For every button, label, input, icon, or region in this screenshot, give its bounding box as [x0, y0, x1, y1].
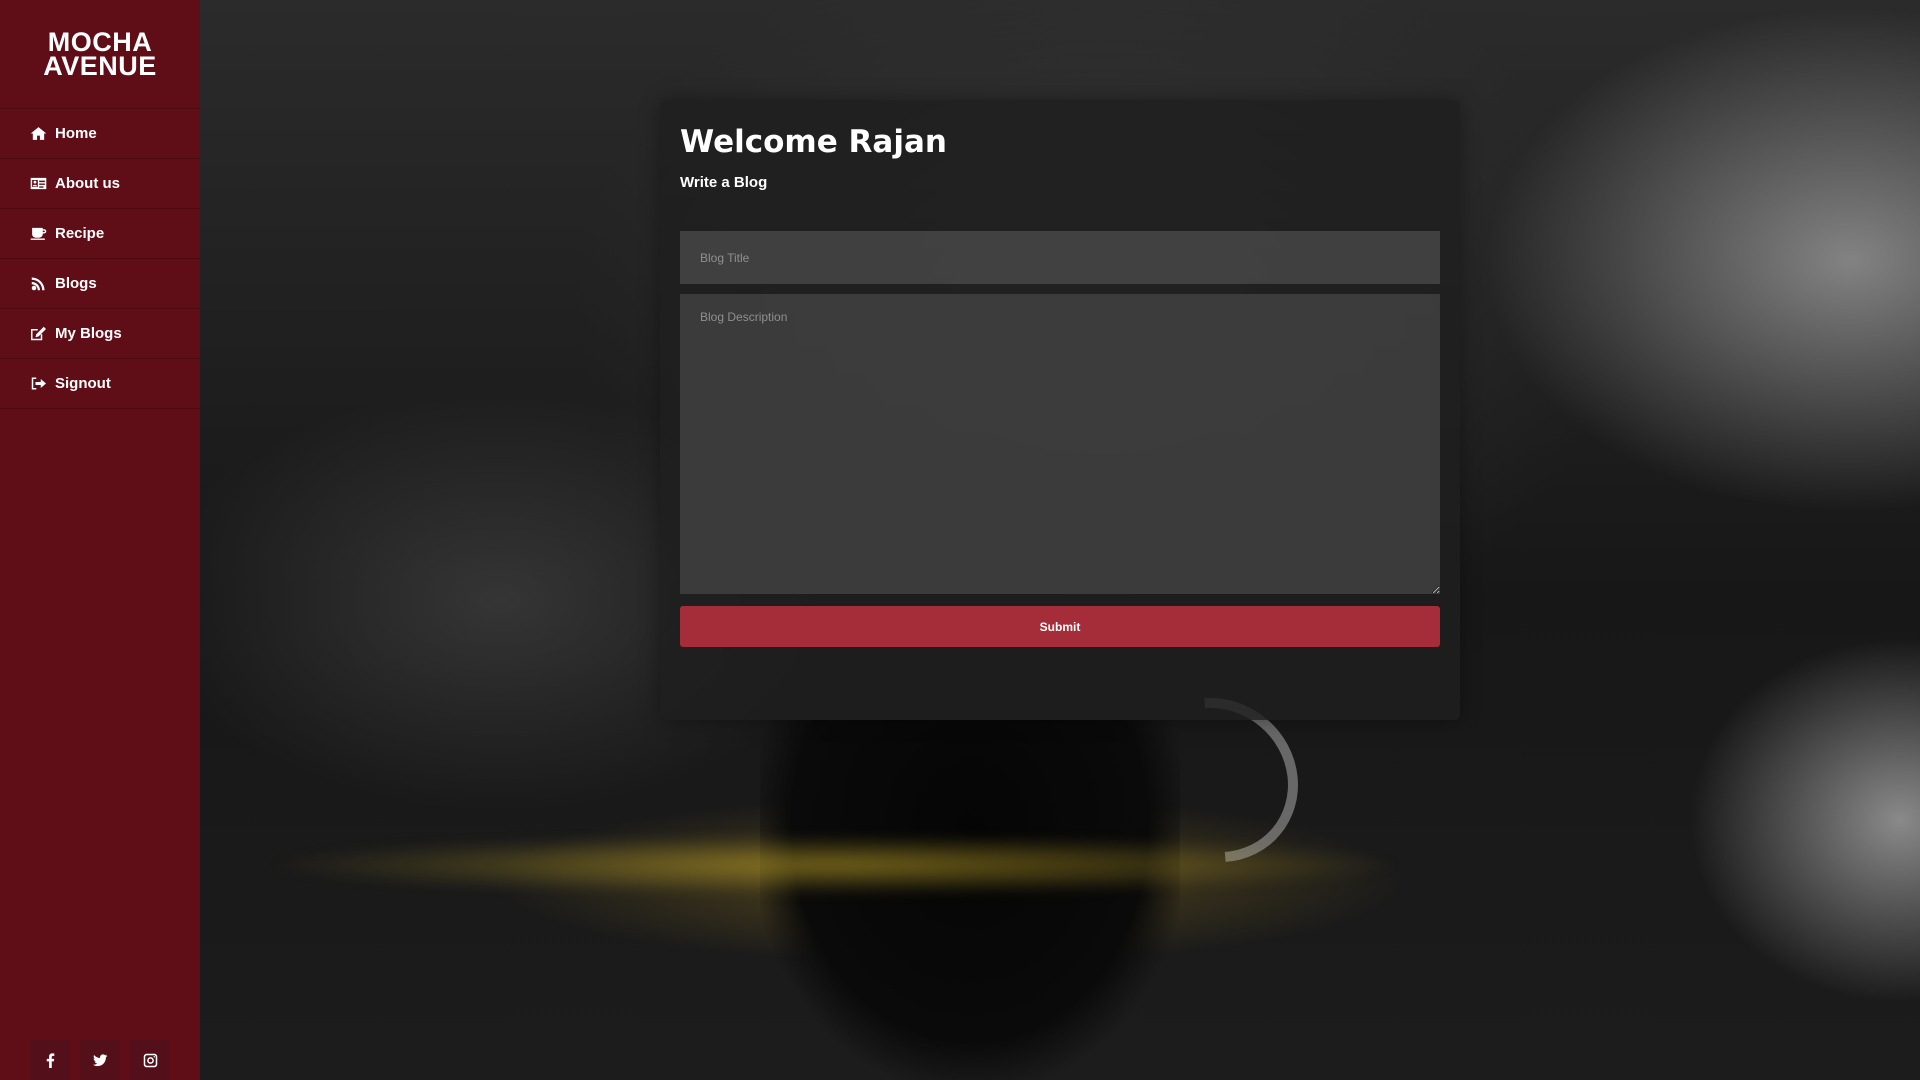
facebook-button[interactable] [30, 1040, 70, 1080]
id-card-icon [30, 176, 50, 192]
sidebar-item-my-blogs[interactable]: My Blogs [0, 309, 200, 359]
form-subtitle: Write a Blog [680, 174, 768, 191]
sidebar-item-blogs[interactable]: Blogs [0, 259, 200, 309]
twitter-icon [92, 1053, 107, 1066]
background-spill [260, 835, 1410, 895]
blog-form-card: Welcome Rajan Write a Blog Submit [660, 100, 1460, 720]
background-cup [760, 720, 1180, 1080]
twitter-button[interactable] [80, 1040, 120, 1080]
sidebar-item-label: Signout [55, 375, 111, 392]
social-links [30, 1040, 170, 1080]
sidebar-item-label: About us [55, 175, 120, 192]
sidebar-item-label: My Blogs [55, 325, 122, 342]
welcome-heading: Welcome Rajan [680, 124, 947, 160]
sidebar-item-label: Home [55, 125, 97, 142]
brand-logo[interactable]: MOCHA AVENUE [0, 0, 200, 109]
instagram-button[interactable] [130, 1040, 170, 1080]
sidebar-item-label: Recipe [55, 225, 105, 242]
coffee-cup-icon [30, 226, 50, 242]
sidebar-item-home[interactable]: Home [0, 109, 200, 159]
submit-button[interactable]: Submit [680, 606, 1440, 647]
sidebar-item-signout[interactable]: Signout [0, 359, 200, 409]
instagram-icon [143, 1053, 157, 1067]
brand-line-2: AVENUE [43, 51, 157, 81]
sidebar-item-label: Blogs [55, 275, 97, 292]
sidebar: MOCHA AVENUE Home About us Recipe Blogs [0, 0, 200, 1080]
blog-title-input[interactable] [680, 231, 1440, 284]
sidebar-item-about-us[interactable]: About us [0, 159, 200, 209]
sidebar-nav: Home About us Recipe Blogs My Blogs Sign… [0, 109, 200, 409]
rss-icon [30, 276, 50, 292]
edit-icon [30, 326, 50, 342]
sidebar-item-recipe[interactable]: Recipe [0, 209, 200, 259]
facebook-icon [46, 1052, 54, 1068]
sign-out-icon [30, 376, 50, 392]
blog-description-input[interactable] [680, 294, 1440, 594]
home-icon [30, 126, 50, 142]
